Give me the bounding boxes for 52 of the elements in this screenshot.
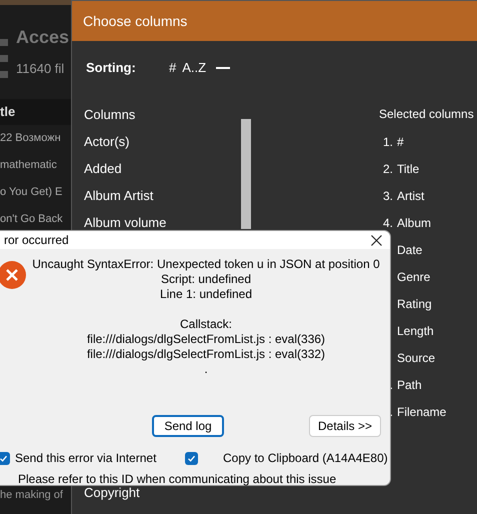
- column-item[interactable]: Added: [84, 155, 241, 182]
- selected-column-item[interactable]: Genre: [397, 268, 430, 286]
- sort-option[interactable]: A..Z: [182, 58, 206, 78]
- dash-icon[interactable]: [216, 67, 230, 69]
- columns-heading: Columns: [84, 106, 136, 124]
- table-cell-text: mathematic: [0, 158, 57, 173]
- file-count: 11640 fil: [16, 60, 66, 78]
- page-title: Acces: [16, 26, 70, 49]
- selected-column-item[interactable]: #: [397, 132, 404, 150]
- column-number: 1.: [382, 134, 394, 150]
- selected-column-item[interactable]: Title: [397, 160, 420, 178]
- error-message: Line 1: undefined: [160, 287, 252, 302]
- selected-column-item[interactable]: Date: [397, 240, 422, 258]
- table-cell-text: on't Go Back: [0, 212, 63, 227]
- column-number: 2.: [382, 160, 394, 178]
- selected-column-item[interactable]: Length: [397, 322, 434, 340]
- selected-columns-heading: Selected columns: [379, 106, 474, 123]
- details-button[interactable]: Details >>: [309, 415, 381, 437]
- scrollbar-thumb[interactable]: [241, 119, 251, 229]
- checkmark-icon: [187, 454, 196, 462]
- selected-column-item[interactable]: Rating: [397, 294, 432, 312]
- column-item[interactable]: Actor(s): [84, 128, 241, 155]
- column-number: 3.: [382, 188, 394, 204]
- table-cell-text: he making of: [0, 488, 63, 503]
- checkbox[interactable]: [185, 452, 198, 464]
- checkbox-label: Send this error via Internet: [15, 450, 158, 467]
- checkmark-icon: [0, 454, 8, 462]
- checkbox[interactable]: [0, 452, 10, 464]
- callstack-line: file:///dialogs/dlgSelectFromList.js : eval(332): [86, 347, 326, 362]
- selected-column-item[interactable]: Artist: [397, 186, 424, 204]
- error-title: ror occurred: [4, 232, 69, 249]
- error-icon: [0, 261, 26, 289]
- callstack-heading: Callstack:: [180, 317, 232, 332]
- error-message: Script: undefined: [160, 272, 252, 287]
- sort-option[interactable]: #: [169, 58, 176, 78]
- callstack-line: file:///dialogs/dlgSelectFromList.js : eval(336): [86, 332, 326, 347]
- send-log-button[interactable]: Send log: [152, 415, 224, 437]
- footer-note: Please refer to this ID when communicating about this issue: [17, 471, 338, 488]
- table-cell-text: o You Get) E: [0, 185, 62, 200]
- selected-column-item[interactable]: Filename: [397, 402, 446, 420]
- table-cell-text: 22 Возможн: [0, 131, 61, 146]
- error-message: Uncaught SyntaxError: Unexpected token u in JSON at position 0: [32, 257, 380, 272]
- dialog-title: Choose columns: [83, 12, 188, 30]
- selected-column-item[interactable]: Source: [397, 348, 436, 366]
- close-icon[interactable]: [371, 234, 382, 246]
- column-number: 4.: [382, 214, 394, 232]
- callstack-line: .: [204, 362, 208, 377]
- selected-column-item[interactable]: Path: [397, 376, 422, 394]
- selected-column-item[interactable]: Album: [397, 214, 432, 232]
- column-item[interactable]: Album Artist: [84, 182, 241, 209]
- sorting-label: Sorting:: [86, 59, 137, 78]
- checkbox-label: Copy to Clipboard (A14A4E80): [223, 450, 388, 467]
